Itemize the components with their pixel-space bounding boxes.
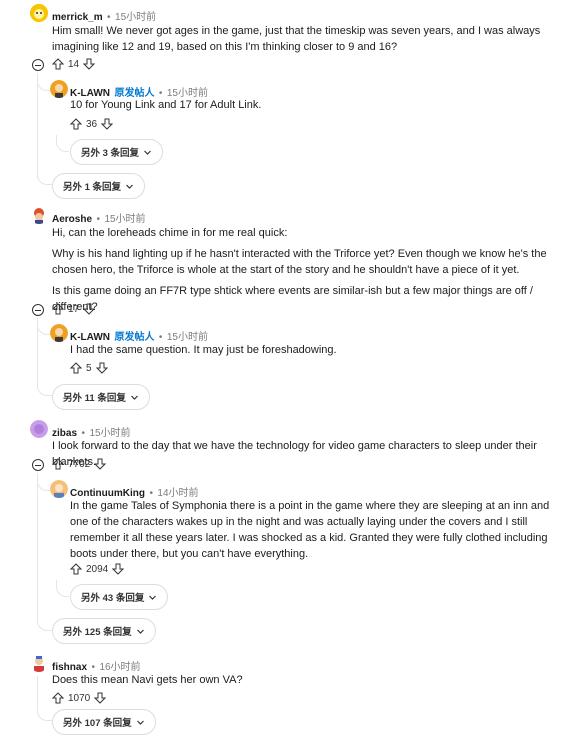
vote-bar: 17 xyxy=(52,303,96,315)
more-replies-button[interactable]: 另外 11 条回复 xyxy=(52,384,150,410)
avatar[interactable] xyxy=(30,4,48,22)
chevron-down-icon xyxy=(136,720,144,725)
avatar[interactable] xyxy=(30,206,48,224)
username[interactable]: Aeroshe xyxy=(52,214,92,225)
arrow-down-icon[interactable] xyxy=(83,58,96,70)
vote-bar: 7702 xyxy=(52,458,107,470)
timestamp: 15小时前 xyxy=(104,214,146,225)
vote-bar: 2094 xyxy=(70,563,125,575)
avatar[interactable] xyxy=(50,80,68,98)
vote-count: 17 xyxy=(68,303,80,315)
more-replies-button[interactable]: 另外 1 条回复 xyxy=(52,173,146,199)
separator: • xyxy=(107,12,111,23)
vote-bar: 14 xyxy=(52,58,96,70)
comment-body: I look forward to the day that we have t… xyxy=(52,440,537,468)
arrow-down-icon[interactable] xyxy=(83,303,96,315)
chevron-down-icon xyxy=(149,595,157,600)
arrow-down-icon[interactable] xyxy=(112,563,125,575)
chevron-down-icon xyxy=(130,395,138,400)
more-replies-label: 另外 125 条回复 xyxy=(63,627,132,638)
username[interactable]: merrick_m xyxy=(52,12,103,23)
timestamp: 15小时前 xyxy=(115,12,157,23)
vote-bar: 1070 xyxy=(52,692,107,704)
comment-paragraph: Is this game doing an FF7R type shtick w… xyxy=(52,285,533,313)
chevron-down-icon xyxy=(126,184,133,189)
arrow-down-icon[interactable] xyxy=(101,118,114,130)
arrow-up-icon[interactable] xyxy=(52,692,64,704)
vote-bar: 36 xyxy=(70,118,114,130)
comment-body: In the game Tales of Symphonia there is … xyxy=(70,500,550,560)
vote-count: 2094 xyxy=(86,563,109,575)
vote-bar: 5 xyxy=(70,362,108,374)
avatar[interactable] xyxy=(30,420,48,438)
vote-count: 7702 xyxy=(68,458,91,470)
separator: • xyxy=(96,214,100,225)
arrow-down-icon[interactable] xyxy=(95,362,108,374)
comment-body: I had the same question. It may just be … xyxy=(70,344,337,356)
more-replies-button[interactable]: 另外 43 条回复 xyxy=(70,584,169,610)
more-replies-label: 另外 107 条回复 xyxy=(63,718,132,729)
arrow-up-icon[interactable] xyxy=(70,362,82,374)
vote-count: 14 xyxy=(68,58,80,70)
vote-count: 36 xyxy=(86,118,98,130)
comment-paragraph: Why is his hand lighting up if he hasn't… xyxy=(52,248,547,276)
more-replies-label: 另外 43 条回复 xyxy=(81,593,145,604)
comment-body: Him small! We never got ages in the game… xyxy=(52,25,541,53)
more-replies-button[interactable]: 另外 3 条回复 xyxy=(70,139,164,165)
avatar[interactable] xyxy=(30,654,48,672)
arrow-up-icon[interactable] xyxy=(52,458,64,470)
more-replies-label: 另外 3 条回复 xyxy=(81,148,140,159)
arrow-up-icon[interactable] xyxy=(52,58,64,70)
chevron-down-icon xyxy=(136,629,144,634)
arrow-down-icon[interactable] xyxy=(94,458,107,470)
comment-body: Does this mean Navi gets her own VA? xyxy=(52,674,243,686)
arrow-up-icon[interactable] xyxy=(70,563,82,575)
minus-circle-icon[interactable] xyxy=(32,304,44,316)
avatar[interactable] xyxy=(50,324,68,342)
chevron-down-icon xyxy=(144,150,151,155)
more-replies-label: 另外 11 条回复 xyxy=(63,393,126,404)
minus-circle-icon[interactable] xyxy=(32,59,44,71)
more-replies-button[interactable]: 另外 125 条回复 xyxy=(52,618,156,644)
vote-count: 1070 xyxy=(68,692,91,704)
minus-circle-icon[interactable] xyxy=(32,459,44,471)
arrow-down-icon[interactable] xyxy=(94,692,107,704)
avatar[interactable] xyxy=(50,480,68,498)
arrow-up-icon[interactable] xyxy=(70,118,82,130)
arrow-up-icon[interactable] xyxy=(52,303,64,315)
more-replies-button[interactable]: 另外 107 条回复 xyxy=(52,709,156,735)
vote-count: 5 xyxy=(86,362,92,374)
comment-body: 10 for Young Link and 17 for Adult Link. xyxy=(70,99,262,111)
more-replies-label: 另外 1 条回复 xyxy=(63,182,122,193)
comment-paragraph: Hi, can the loreheads chime in for me re… xyxy=(52,227,288,239)
